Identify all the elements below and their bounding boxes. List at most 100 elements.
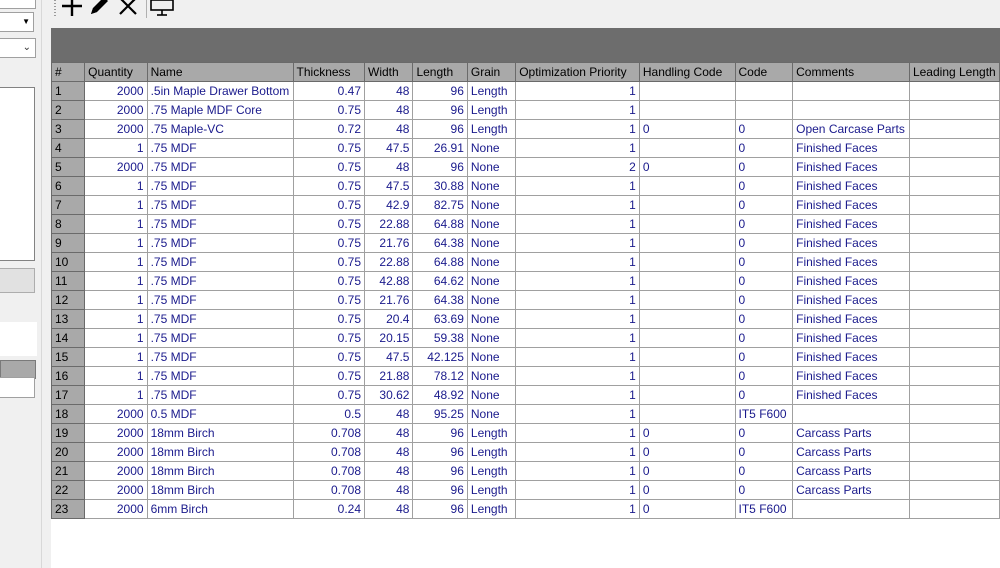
cell-length[interactable]: 48.92 [412, 385, 468, 405]
cell-comments[interactable] [792, 100, 910, 120]
cell-width[interactable]: 20.15 [364, 328, 414, 348]
left-text-field[interactable] [0, 0, 36, 9]
table-row[interactable]: 7 1.75 MDF 0.75 42.9 82.75 None 1 0 Finished Fac… [51, 195, 1000, 215]
cell-handling-code[interactable] [638, 347, 736, 367]
cell-thickness[interactable]: 0.47 [292, 81, 366, 101]
left-dropdown-2[interactable]: ⌄ [0, 38, 36, 58]
cell-width[interactable]: 42.9 [364, 195, 414, 215]
cell-comments[interactable]: Finished Faces [792, 233, 910, 253]
row-header[interactable]: 8 [51, 214, 86, 234]
cell-code[interactable] [734, 81, 794, 101]
table-row[interactable]: 6 1.75 MDF 0.75 47.5 30.88 None 1 0 Finished Fac… [51, 176, 1000, 196]
row-header[interactable]: 4 [51, 138, 86, 158]
cell-thickness[interactable]: 0.75 [292, 176, 366, 196]
cell-comments[interactable]: Carcass Parts [792, 480, 910, 500]
cell-name[interactable]: .75 MDF [146, 328, 294, 348]
cell-name[interactable]: .75 MDF [146, 347, 294, 367]
cell-length[interactable]: 96 [412, 423, 468, 443]
cell-handling-code[interactable] [638, 252, 736, 272]
column-header-comments[interactable]: Comments [792, 62, 910, 82]
cell-quantity[interactable]: 1 [84, 271, 148, 291]
cell-grain[interactable]: None [466, 157, 517, 177]
cell-optimization-priority[interactable]: 2 [515, 157, 640, 177]
cell-grain[interactable]: None [466, 366, 517, 386]
cell-grain[interactable]: None [466, 271, 517, 291]
cell-quantity[interactable]: 2000 [84, 404, 148, 424]
cell-length[interactable]: 82.75 [412, 195, 468, 215]
left-dropdown-1[interactable]: ▼ [0, 12, 34, 32]
cell-name[interactable]: 18mm Birch [146, 461, 294, 481]
row-header[interactable]: 20 [51, 442, 86, 462]
row-header[interactable]: 17 [51, 385, 86, 405]
row-header[interactable]: 6 [51, 176, 86, 196]
cell-thickness[interactable]: 0.708 [292, 480, 366, 500]
table-row[interactable]: 22 2000 18mm Birch 0.708 48 96 Length 1 0 0 Carcas… [51, 480, 1000, 500]
cell-thickness[interactable]: 0.75 [292, 309, 366, 329]
cell-thickness[interactable]: 0.72 [292, 119, 366, 139]
cell-width[interactable]: 48 [364, 157, 414, 177]
table-row[interactable]: 4 1.75 MDF 0.75 47.5 26.91 None 1 0 Finished Fac… [51, 138, 1000, 158]
cell-comments[interactable]: Finished Faces [792, 195, 910, 215]
cell-length[interactable]: 64.38 [412, 290, 468, 310]
cell-comments[interactable] [792, 499, 910, 519]
cell-quantity[interactable]: 2000 [84, 157, 148, 177]
cell-handling-code[interactable] [638, 100, 736, 120]
cell-leading-length[interactable] [908, 385, 1000, 405]
cell-handling-code[interactable] [638, 328, 736, 348]
table-row[interactable]: 9 1.75 MDF 0.75 21.76 64.38 None 1 0 Finished Fa… [51, 233, 1000, 253]
cell-length[interactable]: 30.88 [412, 176, 468, 196]
cell-code[interactable]: 0 [734, 385, 794, 405]
cell-optimization-priority[interactable]: 1 [515, 233, 640, 253]
cell-handling-code[interactable]: 0 [638, 423, 736, 443]
row-header[interactable]: 23 [51, 499, 86, 519]
cell-length[interactable]: 78.12 [412, 366, 468, 386]
cell-quantity[interactable]: 1 [84, 176, 148, 196]
cell-optimization-priority[interactable]: 1 [515, 366, 640, 386]
row-header[interactable]: 19 [51, 423, 86, 443]
cell-code[interactable]: 0 [734, 328, 794, 348]
cell-quantity[interactable]: 2000 [84, 423, 148, 443]
row-header[interactable]: 22 [51, 480, 86, 500]
cell-length[interactable]: 64.88 [412, 252, 468, 272]
cell-leading-length[interactable] [908, 176, 1000, 196]
cell-optimization-priority[interactable]: 1 [515, 290, 640, 310]
cell-name[interactable]: .5in Maple Drawer Bottom [146, 81, 294, 101]
cell-code[interactable] [734, 100, 794, 120]
cell-quantity[interactable]: 2000 [84, 100, 148, 120]
cell-width[interactable]: 48 [364, 404, 414, 424]
cell-comments[interactable]: Finished Faces [792, 347, 910, 367]
cell-width[interactable]: 21.88 [364, 366, 414, 386]
cell-code[interactable]: 0 [734, 423, 794, 443]
cell-optimization-priority[interactable]: 1 [515, 195, 640, 215]
table-row[interactable]: 12 1.75 MDF 0.75 21.76 64.38 None 1 0 Finished F… [51, 290, 1000, 310]
cell-width[interactable]: 21.76 [364, 290, 414, 310]
cell-length[interactable]: 64.62 [412, 271, 468, 291]
cell-width[interactable]: 48 [364, 100, 414, 120]
cell-name[interactable]: .75 MDF [146, 214, 294, 234]
cell-thickness[interactable]: 0.75 [292, 214, 366, 234]
cell-comments[interactable]: Finished Faces [792, 309, 910, 329]
cell-grain[interactable]: None [466, 404, 517, 424]
cell-grain[interactable]: None [466, 385, 517, 405]
cell-thickness[interactable]: 0.5 [292, 404, 366, 424]
cell-handling-code[interactable] [638, 309, 736, 329]
cell-leading-length[interactable] [908, 157, 1000, 177]
cell-width[interactable]: 22.88 [364, 252, 414, 272]
delete-button[interactable] [116, 0, 140, 18]
cell-code[interactable]: 0 [734, 138, 794, 158]
cell-quantity[interactable]: 1 [84, 214, 148, 234]
cell-grain[interactable]: None [466, 252, 517, 272]
table-row[interactable]: 8 1.75 MDF 0.75 22.88 64.88 None 1 0 Finished Fa… [51, 214, 1000, 234]
cell-optimization-priority[interactable]: 1 [515, 423, 640, 443]
cell-handling-code[interactable]: 0 [638, 119, 736, 139]
cell-quantity[interactable]: 2000 [84, 81, 148, 101]
cell-grain[interactable]: Length [466, 442, 517, 462]
cell-comments[interactable]: Carcass Parts [792, 461, 910, 481]
table-row[interactable]: 19 2000 18mm Birch 0.708 48 96 Length 1 0 0 Carcas… [51, 423, 1000, 443]
cell-leading-length[interactable] [908, 252, 1000, 272]
left-input-field[interactable] [0, 377, 35, 398]
cell-width[interactable]: 42.88 [364, 271, 414, 291]
cell-code[interactable]: 0 [734, 271, 794, 291]
cell-quantity[interactable]: 1 [84, 328, 148, 348]
cell-handling-code[interactable] [638, 195, 736, 215]
